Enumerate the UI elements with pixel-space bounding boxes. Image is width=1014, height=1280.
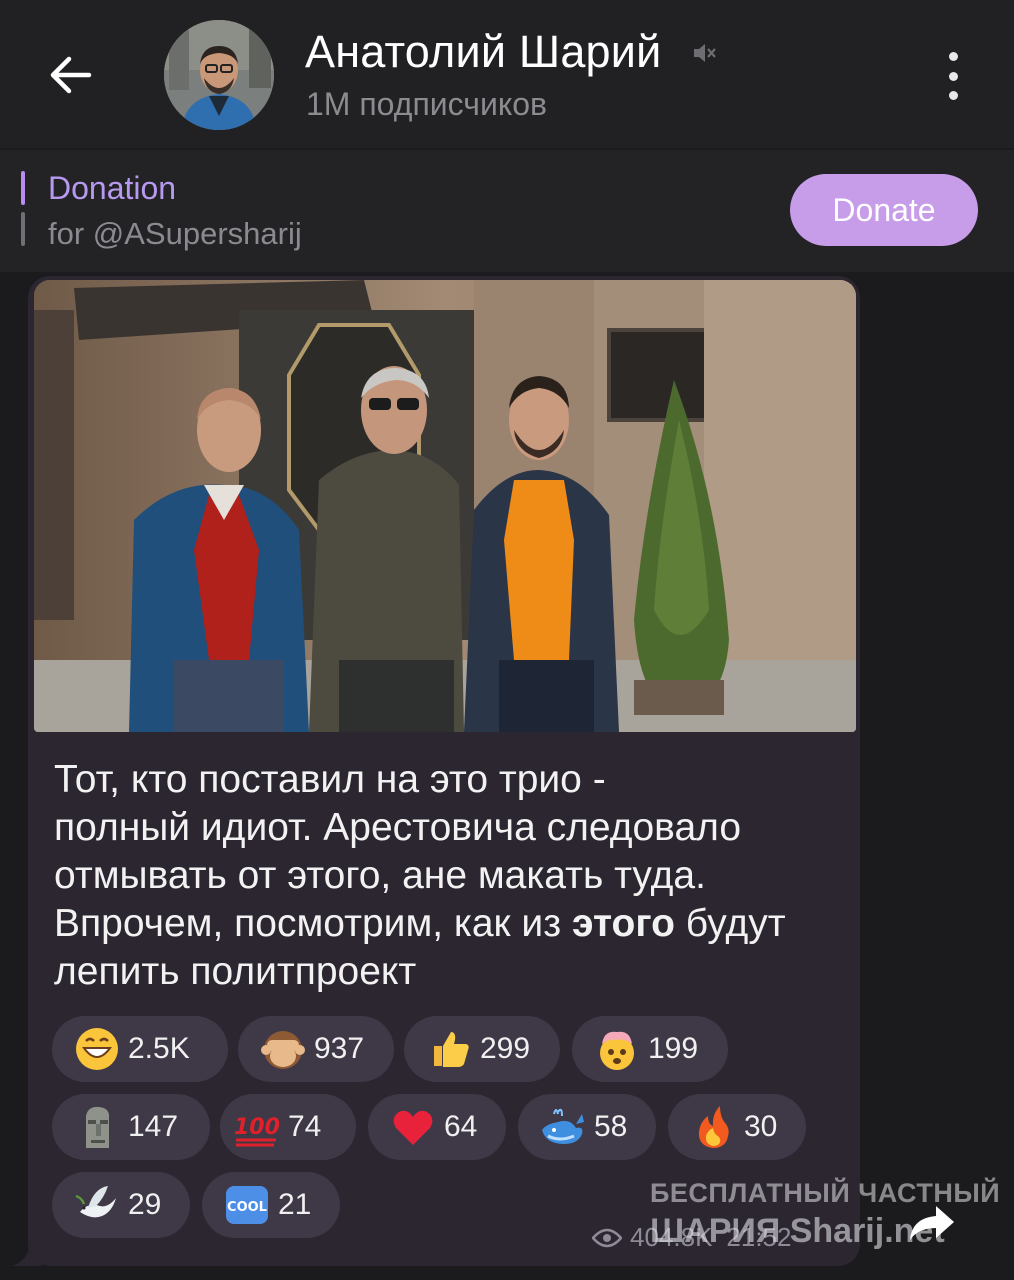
reaction-exploding-head[interactable]: 199 <box>572 1016 728 1082</box>
message-photo[interactable] <box>34 280 856 732</box>
channel-title[interactable]: Анатолий Шарий <box>305 26 661 78</box>
reaction-count: 147 <box>128 1110 179 1143</box>
reaction-cool[interactable]: COOL 21 <box>202 1172 340 1238</box>
reaction-count: 58 <box>594 1110 628 1143</box>
fire-icon <box>690 1104 736 1150</box>
reaction-count: 64 <box>444 1110 478 1143</box>
arrow-left-icon <box>50 56 92 94</box>
pinned-indicator <box>21 212 25 246</box>
red-heart-icon <box>390 1104 436 1150</box>
message-line: Тот, кто поставил на это трио - <box>54 758 606 801</box>
message-line: отмывать от этого, ане макать туда. <box>54 854 706 897</box>
back-button[interactable] <box>38 42 104 108</box>
donate-button[interactable]: Donate <box>790 174 978 246</box>
see-no-evil-monkey-icon <box>260 1026 306 1072</box>
cool-button-icon: COOL <box>224 1182 270 1228</box>
message-text: Тот, кто поставил на это трио - полный и… <box>54 756 844 996</box>
reaction-moai[interactable]: 147 <box>52 1094 210 1160</box>
thumbs-up-icon <box>426 1026 472 1072</box>
exploding-head-icon <box>594 1026 640 1072</box>
pinned-title: Donation <box>48 170 177 206</box>
reaction-hundred[interactable]: 100 74 <box>220 1094 356 1160</box>
eye-icon <box>592 1228 622 1247</box>
reaction-count: 21 <box>278 1188 312 1221</box>
reaction-whale[interactable]: 58 <box>518 1094 656 1160</box>
dot-icon <box>948 71 958 81</box>
message-line: Впрочем, посмотрим, как из <box>54 902 572 945</box>
moai-icon <box>74 1104 120 1150</box>
photo-three-men <box>34 280 856 732</box>
reaction-count: 937 <box>314 1032 365 1065</box>
message-bold-word: этого <box>571 902 675 945</box>
avatar-photo <box>164 20 274 130</box>
reaction-count: 74 <box>288 1110 322 1143</box>
reaction-dove[interactable]: 29 <box>52 1172 190 1238</box>
svg-text:COOL: COOL <box>227 1200 267 1215</box>
muted-speaker-icon <box>694 44 716 62</box>
message-line: будут <box>674 902 786 945</box>
reaction-monkey[interactable]: 937 <box>238 1016 394 1082</box>
reaction-heart[interactable]: 64 <box>368 1094 506 1160</box>
share-button[interactable] <box>896 1186 968 1258</box>
grinning-face-icon <box>74 1026 120 1072</box>
forward-arrow-icon <box>910 1206 954 1240</box>
whale-icon <box>540 1104 586 1150</box>
pinned-subtitle: for @ASupersharij <box>48 216 302 251</box>
more-options-button[interactable] <box>928 46 978 106</box>
reaction-thumbs-up[interactable]: 299 <box>404 1016 560 1082</box>
reaction-grinning[interactable]: 2.5K <box>52 1016 228 1082</box>
reaction-count: 299 <box>480 1032 531 1065</box>
subscriber-count: 1M подписчиков <box>306 86 547 122</box>
dove-icon <box>74 1182 120 1228</box>
reaction-count: 29 <box>128 1188 162 1221</box>
reaction-fire[interactable]: 30 <box>668 1094 806 1160</box>
svg-text:100: 100 <box>234 1115 280 1140</box>
dot-icon <box>948 52 958 61</box>
hundred-points-icon: 100 <box>234 1104 280 1150</box>
reaction-count: 2.5K <box>128 1032 190 1065</box>
dot-icon <box>948 91 958 100</box>
message-line: полный идиот. Арестовича следовало <box>54 806 742 849</box>
channel-avatar[interactable] <box>164 20 274 130</box>
pinned-indicator <box>21 171 25 205</box>
reaction-count: 199 <box>648 1032 699 1065</box>
message-line: лепить политпроект <box>54 950 417 993</box>
reaction-count: 30 <box>744 1110 778 1143</box>
